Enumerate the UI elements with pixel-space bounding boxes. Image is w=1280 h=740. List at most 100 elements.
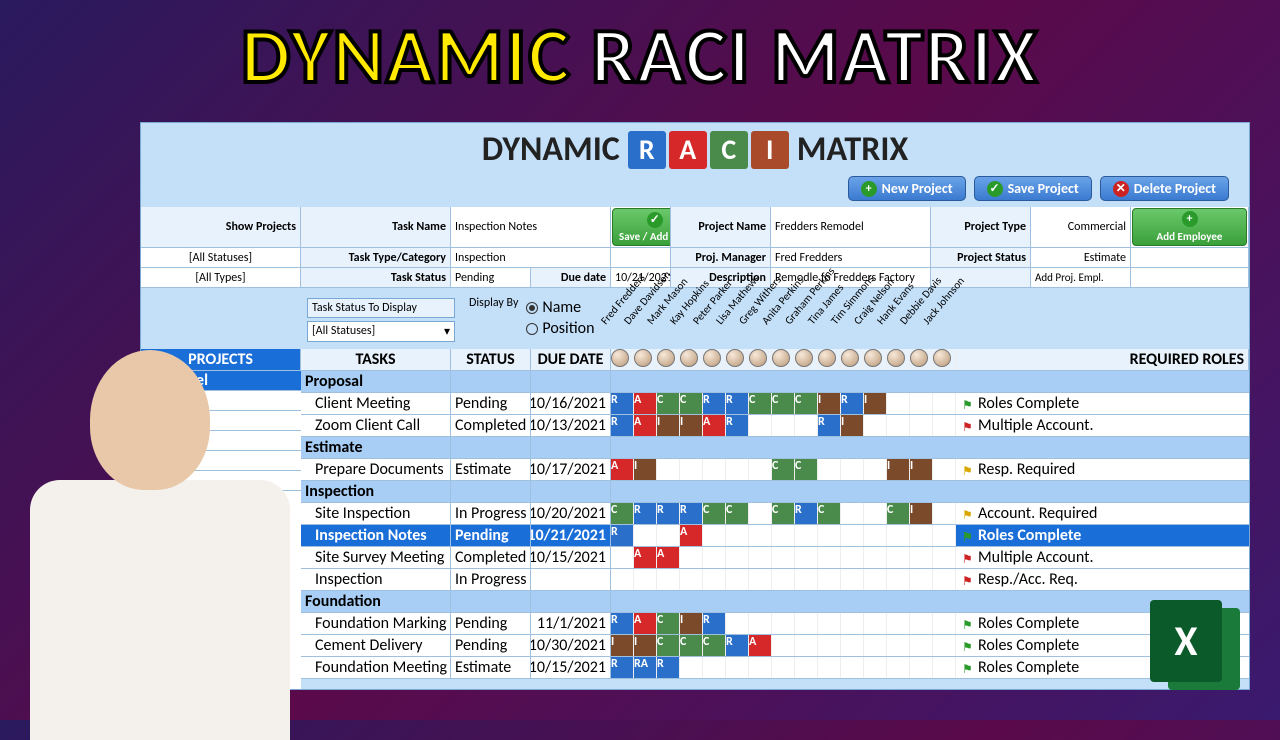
task-row[interactable]: Site InspectionIn Progress10/20/2021CRRR…	[301, 503, 1249, 525]
raci-cell[interactable]	[680, 459, 703, 480]
raci-cell[interactable]	[841, 459, 864, 480]
raci-cell[interactable]	[841, 525, 864, 546]
raci-cell[interactable]: C	[611, 503, 634, 524]
raci-cell[interactable]	[772, 525, 795, 546]
raci-cell[interactable]	[703, 459, 726, 480]
display-by-name-radio[interactable]: Name	[526, 298, 594, 317]
task-row[interactable]: Site Survey MeetingCompleted10/15/2021AA…	[301, 547, 1249, 569]
raci-cell[interactable]	[772, 569, 795, 590]
task-row[interactable]: Inspection NotesPending10/21/2021RA⚑Role…	[301, 525, 1249, 547]
raci-cell[interactable]	[818, 459, 841, 480]
raci-cell[interactable]: R	[611, 415, 634, 436]
avatar[interactable]	[933, 349, 956, 370]
save-add-task-button[interactable]: ✓Save / Add Task	[612, 208, 671, 246]
raci-cell[interactable]	[887, 393, 910, 414]
task-type-value[interactable]: Inspection	[451, 248, 611, 267]
raci-cell[interactable]	[841, 547, 864, 568]
avatar[interactable]	[703, 349, 726, 370]
avatar[interactable]	[726, 349, 749, 370]
raci-cell[interactable]	[933, 569, 956, 590]
task-row[interactable]: InspectionIn Progress⚑Resp./Acc. Req.	[301, 569, 1249, 591]
raci-cell[interactable]: I	[887, 459, 910, 480]
save-project-button[interactable]: ✓Save Project	[974, 176, 1092, 201]
task-row[interactable]: Client MeetingPending10/16/2021RACCRRCCC…	[301, 393, 1249, 415]
raci-cell[interactable]	[795, 569, 818, 590]
avatar[interactable]	[841, 349, 864, 370]
raci-cell[interactable]: C	[795, 393, 818, 414]
raci-cell[interactable]	[726, 459, 749, 480]
raci-cell[interactable]	[818, 635, 841, 656]
raci-cell[interactable]	[864, 569, 887, 590]
raci-cell[interactable]: R	[634, 503, 657, 524]
raci-cell[interactable]	[841, 635, 864, 656]
raci-cell[interactable]	[887, 613, 910, 634]
display-by-position-radio[interactable]: Position	[526, 319, 594, 338]
raci-cell[interactable]	[772, 415, 795, 436]
raci-cell[interactable]	[864, 415, 887, 436]
raci-cell[interactable]	[864, 503, 887, 524]
raci-cell[interactable]	[933, 613, 956, 634]
task-row[interactable]: Foundation MarkingPending11/1/2021RACIR⚑…	[301, 613, 1249, 635]
add-employee-button[interactable]: +Add Employee	[1132, 208, 1247, 246]
raci-cell[interactable]: I	[864, 393, 887, 414]
raci-cell[interactable]	[795, 657, 818, 678]
raci-cell[interactable]: I	[634, 459, 657, 480]
raci-cell[interactable]	[795, 635, 818, 656]
raci-cell[interactable]	[726, 613, 749, 634]
raci-cell[interactable]: RA	[634, 657, 657, 678]
raci-cell[interactable]	[887, 547, 910, 568]
raci-cell[interactable]: C	[772, 393, 795, 414]
raci-cell[interactable]: R	[841, 393, 864, 414]
raci-cell[interactable]: I	[680, 613, 703, 634]
raci-cell[interactable]: R	[703, 393, 726, 414]
raci-cell[interactable]	[726, 657, 749, 678]
add-proj-empl-label[interactable]: Add Proj. Empl.	[1031, 268, 1131, 287]
raci-cell[interactable]	[887, 569, 910, 590]
avatar[interactable]	[887, 349, 910, 370]
raci-cell[interactable]	[703, 547, 726, 568]
raci-cell[interactable]: I	[657, 415, 680, 436]
raci-cell[interactable]	[933, 525, 956, 546]
raci-cell[interactable]	[634, 525, 657, 546]
raci-cell[interactable]	[887, 525, 910, 546]
raci-cell[interactable]	[657, 459, 680, 480]
delete-project-button[interactable]: ✕Delete Project	[1100, 176, 1229, 201]
raci-cell[interactable]: R	[818, 415, 841, 436]
raci-cell[interactable]	[910, 547, 933, 568]
raci-cell[interactable]: C	[657, 635, 680, 656]
raci-cell[interactable]	[680, 657, 703, 678]
raci-cell[interactable]	[910, 525, 933, 546]
raci-cell[interactable]: A	[634, 393, 657, 414]
raci-cell[interactable]	[864, 525, 887, 546]
filter-status[interactable]: [All Statuses]	[141, 248, 301, 267]
raci-cell[interactable]	[680, 569, 703, 590]
raci-cell[interactable]: C	[887, 503, 910, 524]
raci-cell[interactable]	[657, 569, 680, 590]
task-row[interactable]: Zoom Client CallCompleted10/13/2021RAIIA…	[301, 415, 1249, 437]
task-row[interactable]: Cement DeliveryPending10/30/2021IICCCRA⚑…	[301, 635, 1249, 657]
raci-cell[interactable]	[795, 613, 818, 634]
raci-cell[interactable]	[634, 569, 657, 590]
raci-cell[interactable]: A	[634, 415, 657, 436]
raci-cell[interactable]: R	[611, 657, 634, 678]
raci-cell[interactable]: A	[634, 547, 657, 568]
raci-cell[interactable]	[772, 657, 795, 678]
avatar[interactable]	[749, 349, 772, 370]
avatar[interactable]	[772, 349, 795, 370]
raci-cell[interactable]	[749, 525, 772, 546]
raci-cell[interactable]	[933, 459, 956, 480]
raci-cell[interactable]	[749, 459, 772, 480]
raci-cell[interactable]	[795, 525, 818, 546]
avatar[interactable]	[611, 349, 634, 370]
raci-cell[interactable]: C	[703, 635, 726, 656]
raci-cell[interactable]: R	[611, 525, 634, 546]
raci-cell[interactable]	[772, 613, 795, 634]
raci-cell[interactable]	[933, 503, 956, 524]
new-project-button[interactable]: +New Project	[848, 176, 966, 201]
raci-cell[interactable]: A	[634, 613, 657, 634]
avatar[interactable]	[910, 349, 933, 370]
raci-cell[interactable]	[818, 525, 841, 546]
raci-cell[interactable]: I	[634, 635, 657, 656]
raci-cell[interactable]: I	[818, 393, 841, 414]
raci-cell[interactable]	[818, 569, 841, 590]
